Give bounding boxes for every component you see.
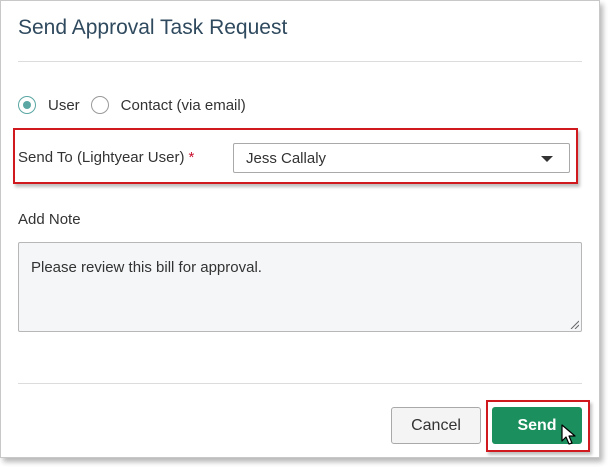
header-divider	[18, 61, 582, 62]
resize-grip-icon[interactable]	[569, 319, 579, 329]
chevron-down-icon[interactable]	[541, 156, 553, 162]
radio-option-contact[interactable]: Contact (via email)	[90, 96, 246, 114]
user-radio[interactable]	[18, 96, 36, 114]
send-to-label: Send To (Lightyear User) *	[18, 149, 194, 166]
user-radio-label[interactable]: User	[48, 97, 80, 114]
send-to-label-text: Send To (Lightyear User)	[18, 149, 185, 166]
cancel-button[interactable]: Cancel	[391, 407, 481, 444]
required-mark: *	[188, 149, 195, 166]
send-approval-dialog: Send Approval Task Request User Contact …	[0, 0, 600, 458]
note-textarea[interactable]: Please review this bill for approval.	[18, 242, 582, 332]
note-text: Please review this bill for approval.	[31, 259, 262, 276]
send-to-selected-value: Jess Callaly	[246, 150, 327, 167]
mouse-pointer-icon	[561, 424, 576, 445]
contact-radio-label[interactable]: Contact (via email)	[121, 97, 246, 114]
contact-radio[interactable]	[90, 96, 109, 114]
radio-option-user[interactable]: User	[18, 96, 80, 114]
dialog-title: Send Approval Task Request	[18, 16, 288, 39]
add-note-label: Add Note	[18, 211, 81, 228]
footer-divider	[18, 383, 582, 384]
recipient-type-radio-group: User Contact (via email)	[18, 96, 246, 114]
send-to-select[interactable]: Jess Callaly	[233, 143, 570, 173]
